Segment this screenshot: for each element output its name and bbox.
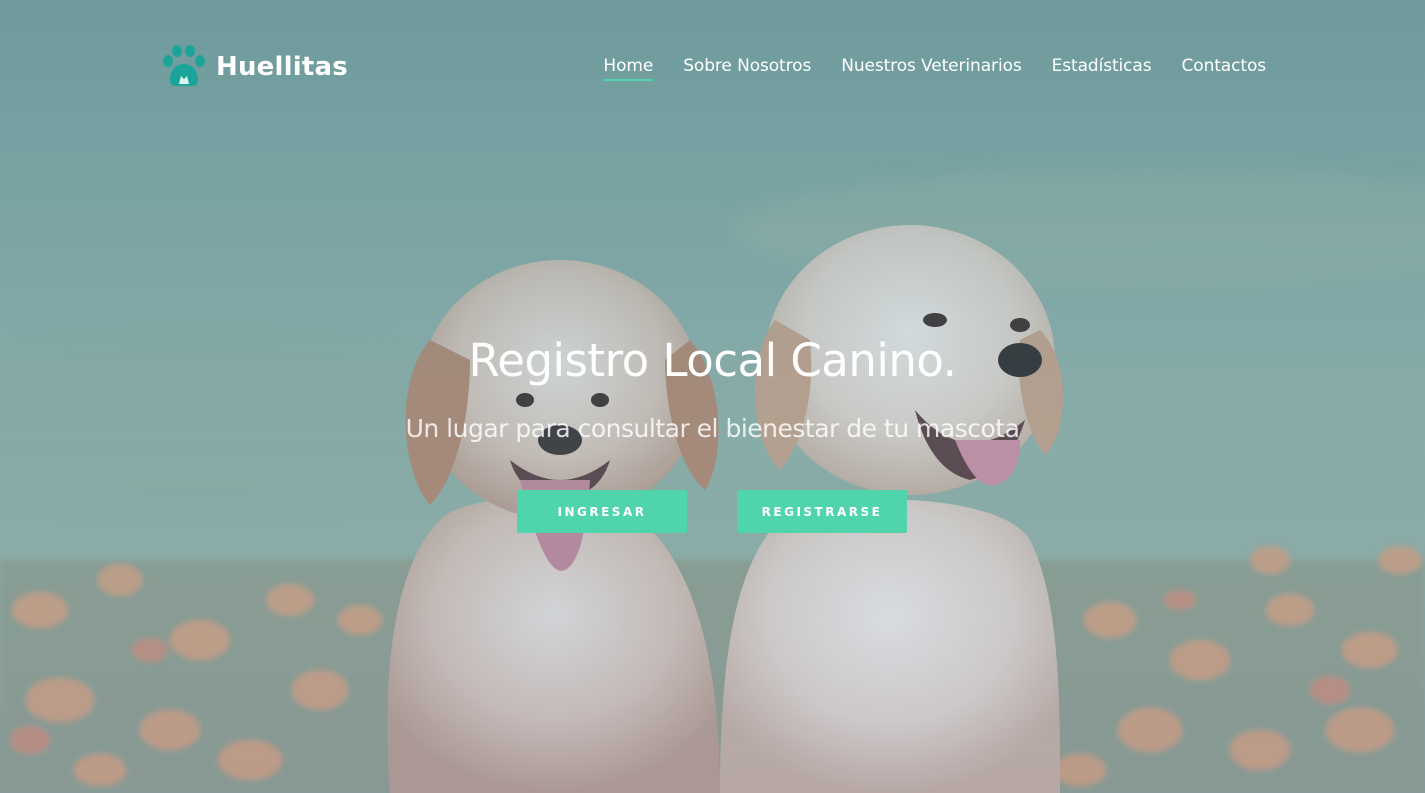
nav-item-sobre-nosotros: Sobre Nosotros (683, 56, 811, 81)
nav-item-nuestros-veterinarios: Nuestros Veterinarios (841, 56, 1022, 81)
hero-subtitle: Un lugar para consultar el bienestar de … (405, 414, 1020, 443)
nav-item-estadisticas: Estadísticas (1052, 56, 1152, 81)
nav-link-estadisticas[interactable]: Estadísticas (1052, 56, 1152, 79)
login-button[interactable]: INGRESAR (517, 490, 687, 533)
paw-print-icon (163, 45, 205, 87)
navbar: Huellitas Home Sobre Nosotros Nuestros V… (0, 0, 1425, 140)
nav-item-home: Home (603, 56, 653, 81)
brand-logo-link[interactable]: Huellitas (160, 44, 348, 90)
nav-item-contactos: Contactos (1182, 56, 1267, 81)
nav-link-home[interactable]: Home (603, 56, 653, 81)
register-button[interactable]: REGISTRARSE (737, 490, 907, 533)
nav-link-sobre-nosotros[interactable]: Sobre Nosotros (683, 56, 811, 79)
nav-link-nuestros-veterinarios[interactable]: Nuestros Veterinarios (841, 56, 1022, 79)
nav-link-contactos[interactable]: Contactos (1182, 56, 1267, 79)
hero-title: Registro Local Canino. (468, 334, 957, 387)
hero-section: Huellitas Home Sobre Nosotros Nuestros V… (0, 0, 1425, 793)
brand-name: Huellitas (216, 52, 348, 82)
main-nav: Home Sobre Nosotros Nuestros Veterinario… (603, 56, 1266, 81)
